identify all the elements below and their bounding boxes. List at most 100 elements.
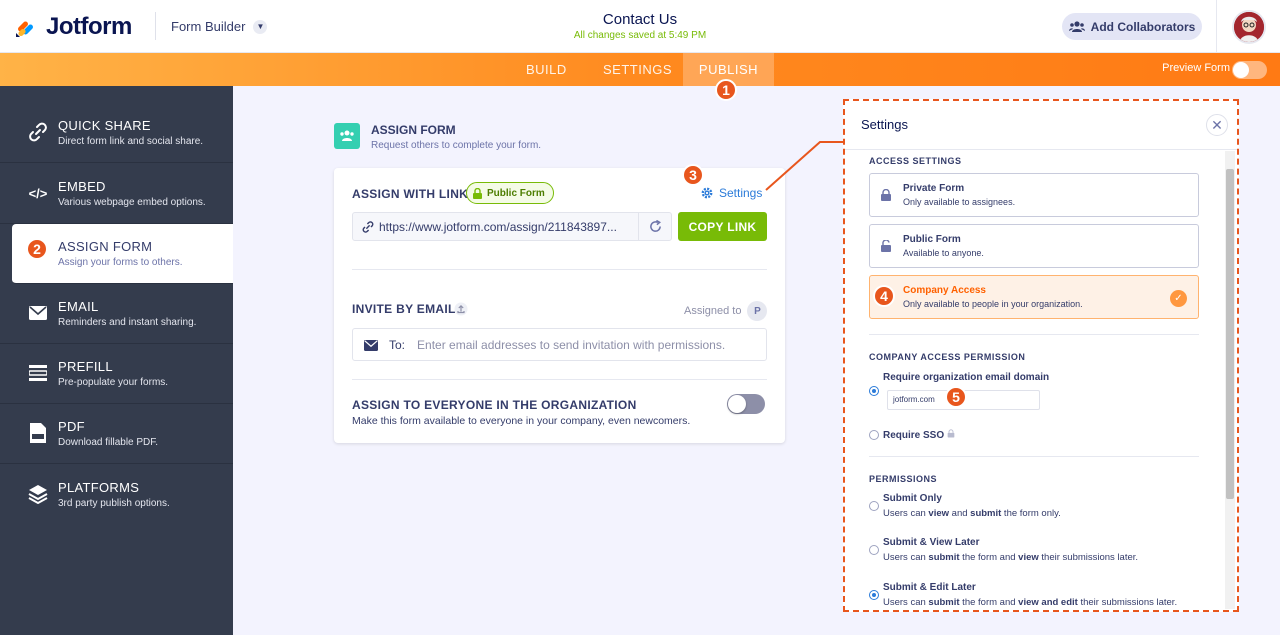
access-option-desc: Available to anyone. xyxy=(903,248,984,258)
access-option-name: Private Form xyxy=(903,183,965,194)
step-badge-2: 2 xyxy=(26,238,48,260)
access-option-private[interactable]: Private Form Only available to assignees… xyxy=(869,173,1199,217)
tab-settings[interactable]: SETTINGS xyxy=(603,53,672,86)
sidebar-item-desc: Direct form link and social share. xyxy=(58,136,204,147)
assign-form-title: ASSIGN FORM xyxy=(371,123,456,137)
preview-form-toggle[interactable] xyxy=(1232,61,1267,79)
panel-divider xyxy=(845,149,1237,150)
sidebar-item-email[interactable]: EMAIL Reminders and instant sharing. xyxy=(0,284,233,344)
email-placeholder: Enter email addresses to send invitation… xyxy=(417,337,726,352)
user-avatar[interactable] xyxy=(1232,10,1266,44)
panel-divider xyxy=(869,456,1199,457)
users-icon xyxy=(1068,20,1085,32)
refresh-icon[interactable] xyxy=(638,213,671,240)
assign-everyone-label: ASSIGN TO EVERYONE IN THE ORGANIZATION xyxy=(352,398,637,412)
assign-everyone-desc: Make this form available to everyone in … xyxy=(352,415,691,427)
permission-radio-submit-only[interactable] xyxy=(869,501,879,511)
access-option-desc: Only available to people in your organiz… xyxy=(903,299,1083,309)
require-domain-label: Require organization email domain xyxy=(883,372,1050,383)
prefill-icon xyxy=(27,362,49,384)
assign-everyone-toggle[interactable] xyxy=(727,394,765,414)
permission-desc: Users can view and submit the form only. xyxy=(883,508,1061,519)
access-option-name: Public Form xyxy=(903,234,961,245)
app-header: Jotform Form Builder ▼ Contact Us All ch… xyxy=(0,0,1280,53)
avatar-image xyxy=(1234,12,1264,42)
sidebar-item-desc: Reminders and instant sharing. xyxy=(58,317,197,328)
builder-nav: BUILD SETTINGS PUBLISH Preview Form xyxy=(0,53,1280,86)
assignee-avatar[interactable]: P xyxy=(747,301,768,321)
assign-card: ASSIGN WITH LINK Public Form Settings ht… xyxy=(334,168,785,443)
public-form-badge[interactable]: Public Form xyxy=(466,182,554,204)
sidebar-item-platforms[interactable]: PLATFORMS 3rd party publish options. xyxy=(0,465,233,525)
assign-form-icon xyxy=(334,123,360,149)
settings-link-label: Settings xyxy=(719,186,763,200)
layers-icon xyxy=(27,483,49,505)
preview-form-label: Preview Form xyxy=(1162,62,1230,74)
sidebar-item-desc: Pre-populate your forms. xyxy=(58,377,169,388)
access-option-desc: Only available to assignees. xyxy=(903,197,1016,207)
permission-radio-submit-view[interactable] xyxy=(869,545,879,555)
invite-by-email-label: INVITE BY EMAIL xyxy=(352,302,456,316)
assign-url: https://www.jotform.com/assign/211843897… xyxy=(379,219,617,234)
link-icon xyxy=(362,221,374,233)
lock-icon xyxy=(947,429,955,438)
permission-desc: Users can submit the form and view their… xyxy=(883,552,1139,563)
assign-url-field[interactable]: https://www.jotform.com/assign/211843897… xyxy=(352,212,672,241)
require-domain-radio[interactable] xyxy=(869,386,879,396)
add-collaborators-button[interactable]: Add Collaborators xyxy=(1062,13,1202,40)
sidebar-item-label: QUICK SHARE xyxy=(58,118,151,133)
upload-icon[interactable] xyxy=(454,302,468,316)
company-access-permission-label: COMPANY ACCESS PERMISSION xyxy=(869,352,1026,362)
add-collaborators-label: Add Collaborators xyxy=(1090,19,1196,34)
settings-panel-title: Settings xyxy=(861,117,908,132)
divider xyxy=(352,379,767,380)
sidebar-item-desc: Various webpage embed options. xyxy=(58,197,206,208)
publish-sidebar: QUICK SHARE Direct form link and social … xyxy=(0,86,233,635)
step-badge-1: 1 xyxy=(715,79,737,101)
tab-build[interactable]: BUILD xyxy=(526,53,567,86)
access-option-company[interactable]: Company Access Only available to people … xyxy=(869,275,1199,319)
link-icon xyxy=(27,121,49,143)
step-badge-3: 3 xyxy=(682,164,704,186)
public-form-label: Public Form xyxy=(487,187,545,199)
sidebar-item-embed[interactable]: </> EMBED Various webpage embed options. xyxy=(0,164,233,224)
pdf-icon xyxy=(27,422,49,444)
sidebar-item-quick-share[interactable]: QUICK SHARE Direct form link and social … xyxy=(0,103,233,163)
sidebar-item-prefill[interactable]: PREFILL Pre-populate your forms. xyxy=(0,344,233,404)
email-to-label: To: xyxy=(389,337,406,352)
sidebar-item-label: EMAIL xyxy=(58,299,99,314)
access-option-name: Company Access xyxy=(903,285,986,296)
envelope-icon xyxy=(364,340,378,351)
access-settings-label: ACCESS SETTINGS xyxy=(869,156,962,166)
gear-icon xyxy=(701,187,713,199)
permission-name: Submit Only xyxy=(883,493,942,504)
header-divider-right xyxy=(1216,0,1217,53)
sidebar-item-label: PDF xyxy=(58,419,85,434)
toggle-knob xyxy=(728,395,746,413)
unlock-icon xyxy=(881,240,891,252)
assigned-to-label: Assigned to xyxy=(684,305,742,317)
panel-divider xyxy=(869,334,1199,335)
close-icon[interactable]: ✕ xyxy=(1206,114,1228,136)
copy-link-button[interactable]: COPY LINK xyxy=(678,212,767,241)
require-sso-text: Require SSO xyxy=(883,430,945,441)
divider xyxy=(352,269,767,270)
sidebar-item-pdf[interactable]: PDF Download fillable PDF. xyxy=(0,404,233,464)
invite-email-input[interactable]: To: Enter email addresses to send invita… xyxy=(352,328,767,361)
require-sso-radio[interactable] xyxy=(869,430,879,440)
permission-desc: Users can submit the form and view and e… xyxy=(883,597,1178,608)
permission-radio-submit-edit[interactable] xyxy=(869,590,879,600)
settings-link[interactable]: Settings xyxy=(701,186,762,200)
permission-name: Submit & View Later xyxy=(883,537,980,548)
code-icon: </> xyxy=(28,185,48,201)
lock-icon xyxy=(473,187,482,199)
require-sso-label: Require SSO xyxy=(883,429,955,441)
envelope-icon xyxy=(27,302,49,324)
access-option-public[interactable]: Public Form Available to anyone. xyxy=(869,224,1199,268)
assign-form-subtitle: Request others to complete your form. xyxy=(371,140,542,151)
sidebar-item-label: PREFILL xyxy=(58,359,113,374)
permission-name: Submit & Edit Later xyxy=(883,582,976,593)
panel-scrollbar[interactable] xyxy=(1225,151,1235,609)
scrollbar-thumb[interactable] xyxy=(1226,169,1234,499)
sidebar-item-label: PLATFORMS xyxy=(58,480,140,495)
